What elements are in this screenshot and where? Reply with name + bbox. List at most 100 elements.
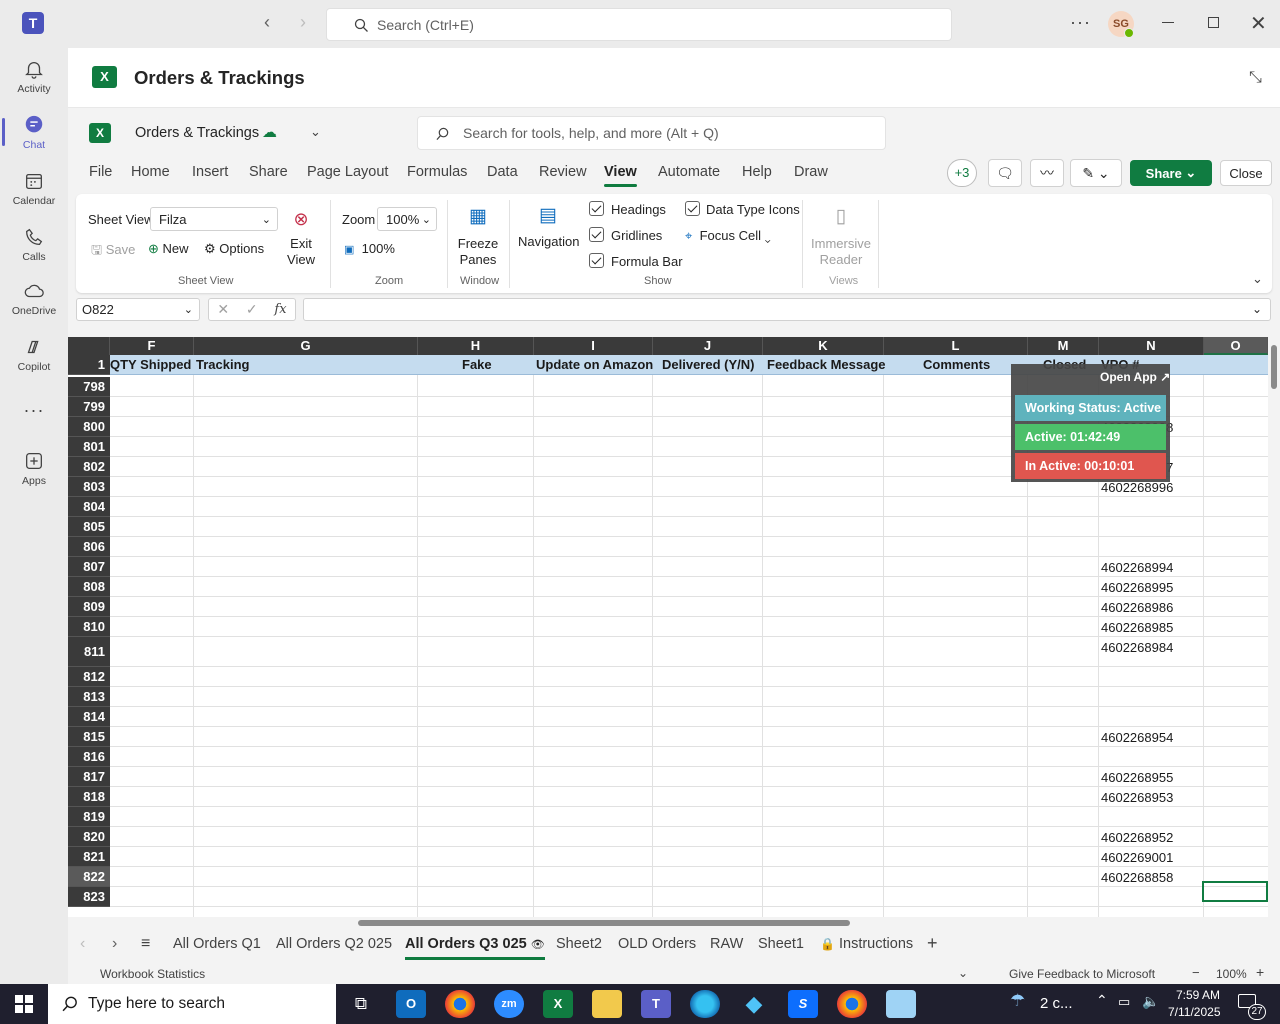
menu-file[interactable]: File <box>89 164 112 180</box>
editing-mode-icon[interactable]: ✎ ⌄ <box>1070 159 1122 187</box>
row-header[interactable]: 811 <box>68 637 110 667</box>
sheet-tab-active[interactable]: All Orders Q3 025 👁 <box>405 936 545 960</box>
function-icon[interactable]: fx <box>274 302 286 317</box>
workbook-statistics[interactable]: Workbook Statistics <box>100 967 205 981</box>
freeze-panes-button[interactable]: ▦ Freeze Panes <box>456 206 500 268</box>
menu-page-layout[interactable]: Page Layout <box>307 164 388 180</box>
new-view-button[interactable]: ⊕ New <box>148 241 189 257</box>
sheet-view-select[interactable]: Filza ⌄ <box>150 207 278 231</box>
row-header[interactable]: 806 <box>68 537 110 557</box>
chevron-up-icon[interactable]: ⌃ <box>1096 992 1108 1009</box>
prev-sheet-icon[interactable]: ‹ <box>80 935 85 953</box>
menu-review[interactable]: Review <box>539 164 587 180</box>
vpo-cell[interactable]: 4602268986 <box>1101 600 1173 615</box>
gridlines-checkbox[interactable] <box>589 227 604 242</box>
row-header[interactable]: 821 <box>68 847 110 867</box>
menu-draw[interactable]: Draw <box>794 164 828 180</box>
row-header[interactable]: 816 <box>68 747 110 767</box>
open-app-link[interactable]: Open App ↗ <box>1100 370 1170 384</box>
app-script-icon[interactable]: S <box>788 990 818 1018</box>
rail-chat[interactable]: Chat <box>0 106 68 158</box>
sheet-tab[interactable]: Sheet2 <box>556 936 602 952</box>
col-header[interactable]: J <box>653 337 763 355</box>
select-all-corner[interactable] <box>68 337 110 355</box>
row-header[interactable]: 812 <box>68 667 110 687</box>
ribbon-expand-icon[interactable]: ⌄ <box>1252 271 1263 287</box>
col-header[interactable]: L <box>884 337 1028 355</box>
rail-apps[interactable]: Apps <box>0 442 68 494</box>
sheet-tab[interactable]: RAW <box>710 936 743 952</box>
chevron-down-icon[interactable]: ⌄ <box>958 966 968 980</box>
zoom-select[interactable]: 100% ⌄ <box>377 207 437 231</box>
col-header[interactable]: M <box>1028 337 1099 355</box>
col-header[interactable]: F <box>110 337 194 355</box>
row-header[interactable]: 804 <box>68 497 110 517</box>
edge-icon[interactable] <box>690 990 720 1018</box>
zoom-out-icon[interactable]: − <box>1192 965 1200 980</box>
horizontal-scrollbar[interactable] <box>68 917 1268 929</box>
exit-view-button[interactable]: ⊗ Exit View <box>286 208 316 270</box>
rail-onedrive[interactable]: OneDrive <box>0 272 68 324</box>
horizontal-scroll-thumb[interactable] <box>358 920 850 926</box>
vpo-cell[interactable]: 4602268995 <box>1101 580 1173 595</box>
collapse-icon[interactable]: ⤡ <box>1249 69 1262 87</box>
app-diamond-icon[interactable]: ◆ <box>739 990 769 1018</box>
chrome-icon[interactable] <box>445 990 475 1018</box>
add-sheet-icon[interactable]: + <box>927 933 938 954</box>
row-header[interactable]: 805 <box>68 517 110 537</box>
restore-icon[interactable] <box>1208 17 1219 28</box>
clock[interactable]: 7:59 AM 7/11/2025 <box>1168 987 1221 1021</box>
menu-formulas[interactable]: Formulas <box>407 164 467 180</box>
row-header[interactable]: 813 <box>68 687 110 707</box>
excel-search-input[interactable]: Search for tools, help, and more (Alt + … <box>417 116 886 150</box>
rail-activity[interactable]: Activity <box>0 50 68 102</box>
outlook-icon[interactable]: O <box>396 990 426 1018</box>
close-button[interactable]: Close <box>1220 160 1272 186</box>
rail-calls[interactable]: Calls <box>0 218 68 270</box>
next-sheet-icon[interactable]: › <box>112 935 117 953</box>
rail-more[interactable]: ··· <box>0 384 68 436</box>
headings-checkbox[interactable] <box>589 201 604 216</box>
row-header[interactable]: 809 <box>68 597 110 617</box>
row-header[interactable]: 822 <box>68 867 110 887</box>
focus-cell-button[interactable]: ⌖ Focus Cell ⌄ <box>685 228 771 244</box>
header-cell[interactable]: Comments <box>923 355 990 375</box>
collaborators-badge[interactable]: +3 <box>947 159 977 187</box>
cancel-icon[interactable]: ✕ <box>217 301 229 318</box>
teams-logo-icon[interactable]: T <box>22 12 44 34</box>
sheet-tab[interactable]: OLD Orders <box>618 936 696 952</box>
col-header[interactable]: H <box>418 337 534 355</box>
sheet-tab-protected[interactable]: 🔒 Instructions <box>820 936 913 952</box>
menu-help[interactable]: Help <box>742 164 772 180</box>
vpo-cell[interactable]: 4602268953 <box>1101 790 1173 805</box>
row-header[interactable]: 1 <box>68 355 110 375</box>
file-explorer-icon[interactable] <box>592 990 622 1018</box>
zoom-level[interactable]: 100% <box>1216 967 1247 981</box>
row-header[interactable]: 819 <box>68 807 110 827</box>
enter-icon[interactable]: ✓ <box>246 301 258 318</box>
col-header[interactable]: I <box>534 337 653 355</box>
rail-calendar[interactable]: Calendar <box>0 162 68 214</box>
windows-start-icon[interactable] <box>15 995 33 1013</box>
row-header[interactable]: 801 <box>68 437 110 457</box>
document-name[interactable]: Orders & Trackings <box>135 125 259 141</box>
forward-icon[interactable]: › <box>300 12 306 33</box>
menu-share[interactable]: Share <box>249 164 288 180</box>
volume-icon[interactable]: 🔈 <box>1142 993 1159 1010</box>
navigation-button[interactable]: ▤ Navigation <box>518 205 579 251</box>
minimize-icon[interactable] <box>1162 22 1174 23</box>
col-header-selected[interactable]: O <box>1204 337 1268 355</box>
close-window-icon[interactable]: ✕ <box>1250 11 1267 36</box>
task-view-icon[interactable]: ⧉ <box>346 990 376 1018</box>
app-window-icon[interactable] <box>886 990 916 1018</box>
vertical-scrollbar[interactable] <box>1268 337 1280 917</box>
vpo-cell[interactable]: 4602268858 <box>1101 870 1173 885</box>
vpo-cell[interactable]: 4602268994 <box>1101 560 1173 575</box>
chrome-profile-icon[interactable] <box>837 990 867 1018</box>
formula-input[interactable]: ⌄ <box>303 298 1271 321</box>
sheet-tab[interactable]: All Orders Q2 025 <box>276 936 392 952</box>
row-header[interactable]: 799 <box>68 397 110 417</box>
row-header[interactable]: 810 <box>68 617 110 637</box>
vertical-scroll-thumb[interactable] <box>1271 345 1277 389</box>
menu-view[interactable]: View <box>604 164 637 187</box>
